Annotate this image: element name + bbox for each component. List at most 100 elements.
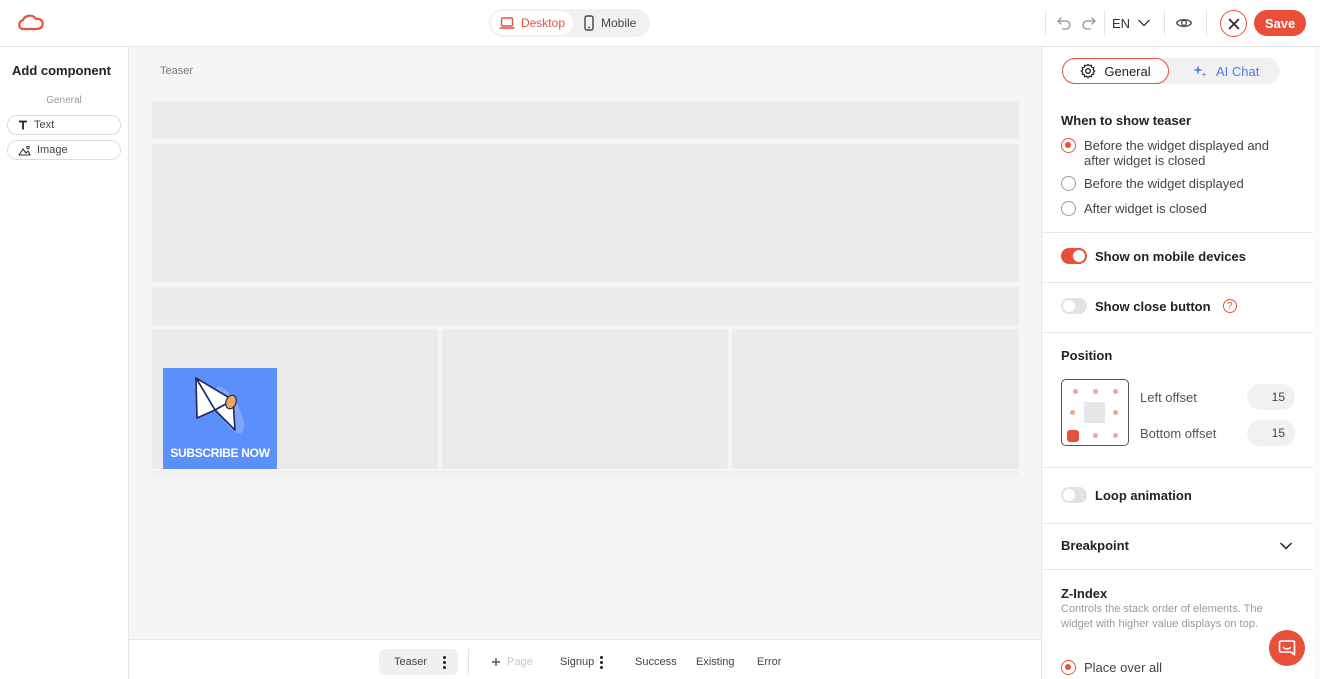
loop-animation-toggle[interactable] xyxy=(1061,487,1087,503)
support-chat-button[interactable] xyxy=(1269,630,1305,666)
divider xyxy=(1042,332,1313,333)
bottom-offset-input[interactable]: 15 xyxy=(1247,420,1295,446)
show-mobile-row: Show on mobile devices xyxy=(1061,248,1246,264)
help-icon[interactable]: ? xyxy=(1222,299,1237,313)
chevron-down-icon xyxy=(1280,542,1292,550)
preview-eye-icon[interactable] xyxy=(1175,15,1193,33)
radio-before-and-after[interactable]: Before the widget displayed and after wi… xyxy=(1061,138,1291,168)
divider xyxy=(1042,467,1313,468)
save-button[interactable]: Save xyxy=(1254,10,1306,36)
language-select[interactable]: EN xyxy=(1112,13,1150,33)
radio-selected-icon xyxy=(1061,660,1076,675)
anchor-bottom-left-selected[interactable] xyxy=(1067,430,1079,442)
radio-icon xyxy=(1061,176,1076,191)
position-anchor-grid xyxy=(1061,379,1129,446)
placeholder-strip xyxy=(152,471,1019,477)
placeholder-block[interactable] xyxy=(152,101,1019,139)
radio-selected-icon xyxy=(1061,138,1076,153)
breakpoint-accordion[interactable]: Breakpoint xyxy=(1042,524,1313,569)
more-options-icon[interactable] xyxy=(443,655,447,669)
tab-label: Success xyxy=(635,656,677,668)
sparkle-icon xyxy=(1193,65,1207,77)
tab-label: AI Chat xyxy=(1216,63,1260,79)
add-image-button[interactable]: Image xyxy=(7,140,121,160)
paper-plane-icon xyxy=(195,377,245,434)
tab-signup[interactable]: Signup xyxy=(560,649,604,675)
toggle-label: Loop animation xyxy=(1095,487,1192,503)
tab-label: General xyxy=(1104,63,1151,79)
radio-before-widget[interactable]: Before the widget displayed xyxy=(1061,176,1244,191)
tab-existing[interactable]: Existing xyxy=(696,649,735,675)
language-value: EN xyxy=(1112,15,1131,31)
add-text-button[interactable]: Text xyxy=(7,115,121,135)
plus-icon xyxy=(492,658,500,666)
show-close-toggle[interactable] xyxy=(1061,298,1087,314)
anchor-top-center[interactable] xyxy=(1093,389,1098,394)
left-offset-input[interactable]: 15 xyxy=(1247,384,1295,410)
tab-general[interactable]: General xyxy=(1062,58,1169,84)
tab-teaser[interactable]: Teaser xyxy=(379,649,459,675)
divider xyxy=(1206,10,1207,36)
show-close-row: Show close button ? xyxy=(1061,298,1237,314)
redo-icon[interactable] xyxy=(1080,14,1098,32)
desktop-toggle[interactable]: Desktop xyxy=(491,11,573,35)
image-icon xyxy=(18,145,31,156)
tab-ai-chat[interactable]: AI Chat xyxy=(1192,58,1259,84)
close-icon xyxy=(1228,18,1239,29)
anchor-bottom-right[interactable] xyxy=(1113,433,1118,438)
panel-scrollbar[interactable] xyxy=(1313,47,1320,679)
placeholder-block[interactable] xyxy=(152,144,1019,282)
add-page-label: Page xyxy=(507,656,533,668)
gear-icon xyxy=(1080,63,1096,79)
anchor-top-right[interactable] xyxy=(1113,389,1118,394)
tab-error[interactable]: Error xyxy=(757,649,781,675)
show-mobile-toggle[interactable] xyxy=(1061,248,1087,264)
divider xyxy=(1104,10,1105,36)
divider xyxy=(1042,232,1313,233)
tab-label: Teaser xyxy=(394,656,428,668)
breadcrumb: Teaser xyxy=(160,65,194,77)
mobile-toggle[interactable]: Mobile xyxy=(575,11,645,35)
divider xyxy=(468,649,469,675)
settings-tabs: General AI Chat xyxy=(1062,58,1280,84)
top-bar: Desktop Mobile EN Save xyxy=(0,0,1320,47)
tab-success[interactable]: Success xyxy=(635,649,677,675)
logo-icon[interactable] xyxy=(16,12,46,34)
more-options-icon[interactable] xyxy=(600,655,604,669)
image-caption: SUBSCRIBE NOW xyxy=(170,446,270,460)
when-to-show-title: When to show teaser xyxy=(1061,113,1192,128)
editor-canvas: Teaser SUBSCRIBE NOW xyxy=(129,47,1041,639)
anchor-center-preview xyxy=(1084,402,1105,423)
text-icon xyxy=(19,120,27,130)
placeholder-column[interactable] xyxy=(732,329,1019,469)
divider xyxy=(1164,10,1165,36)
phone-icon xyxy=(584,15,594,31)
anchor-middle-left[interactable] xyxy=(1070,410,1075,415)
toggle-label: Show close button xyxy=(1095,298,1211,314)
tab-label: Error xyxy=(757,656,782,668)
placeholder-block[interactable] xyxy=(152,287,1019,325)
divider xyxy=(1042,569,1313,570)
component-label: Image xyxy=(37,144,68,156)
placeholder-column[interactable] xyxy=(442,329,728,469)
radio-place-over-all[interactable]: Place over all xyxy=(1061,660,1162,675)
panel-title: Add component xyxy=(12,63,111,78)
divider xyxy=(1045,10,1046,36)
radio-after-closed[interactable]: After widget is closed xyxy=(1061,201,1207,216)
divider xyxy=(1042,282,1313,283)
anchor-top-left[interactable] xyxy=(1073,389,1078,394)
add-page-button[interactable]: Page xyxy=(491,649,533,675)
anchor-bottom-center[interactable] xyxy=(1093,433,1098,438)
chat-bubble-icon xyxy=(1278,640,1296,656)
close-editor-button[interactable] xyxy=(1220,10,1247,37)
undo-icon[interactable] xyxy=(1055,14,1073,32)
tab-label: Existing xyxy=(696,656,735,668)
left-offset-label: Left offset xyxy=(1140,390,1197,405)
radio-icon xyxy=(1061,201,1076,216)
desktop-label: Desktop xyxy=(520,16,565,30)
anchor-middle-right[interactable] xyxy=(1113,410,1118,415)
teaser-image[interactable]: SUBSCRIBE NOW xyxy=(163,368,277,469)
zindex-title: Z-Index xyxy=(1061,586,1108,601)
section-label: General xyxy=(46,95,82,106)
laptop-icon xyxy=(499,17,515,29)
